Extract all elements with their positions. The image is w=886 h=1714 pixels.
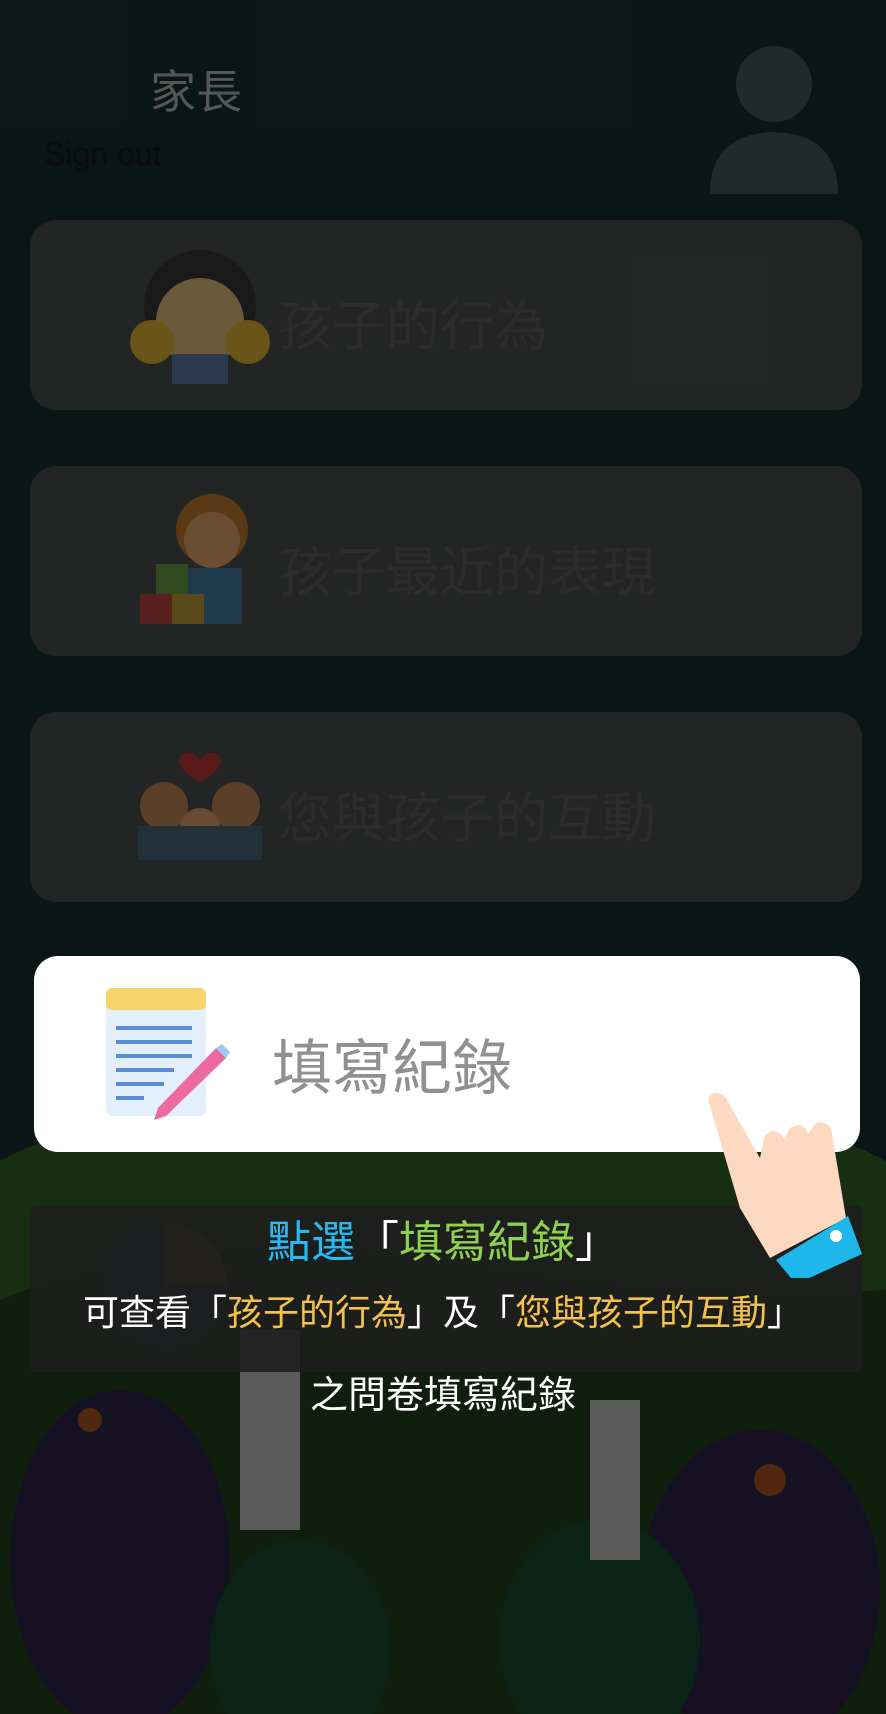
menu-label: 填寫紀錄 xyxy=(272,1034,512,1104)
menu-label: 您與孩子的互動 xyxy=(278,787,656,850)
hint-text: 之問卷填寫紀錄 xyxy=(309,1373,576,1417)
child-face-icon xyxy=(130,250,270,384)
menu-card-child-recent-performance[interactable]: 孩子最近的表現 xyxy=(30,466,862,656)
menu-label: 孩子的行為 xyxy=(278,295,548,358)
hint-item-behavior: 孩子的行為 xyxy=(226,1293,407,1334)
hint-text: 」 xyxy=(767,1293,804,1334)
hint-text: 」及「 xyxy=(406,1293,515,1334)
pointing-hand-icon xyxy=(708,1092,862,1278)
hint-line-2: 可查看「孩子的行為」及「您與孩子的互動」 xyxy=(0,1284,886,1336)
hint-highlight: 填寫紀錄 xyxy=(399,1217,575,1268)
hint-bracket-close: 」 xyxy=(575,1217,619,1268)
hint-line-3: 之問卷填寫紀錄 xyxy=(0,1364,886,1419)
hint-bracket-open: 「 xyxy=(355,1217,399,1268)
menu-card-child-behavior[interactable]: 孩子的行為 xyxy=(30,220,862,410)
menu-label: 孩子最近的表現 xyxy=(278,541,656,604)
user-avatar-icon[interactable] xyxy=(708,44,842,194)
family-icon xyxy=(138,752,262,860)
menu-card-interaction[interactable]: 您與孩子的互動 xyxy=(30,712,862,902)
sign-out-link[interactable]: Sign out xyxy=(44,136,161,173)
notepad-pencil-icon xyxy=(106,988,230,1120)
hint-prefix: 點選 xyxy=(267,1217,355,1268)
hint-item-interaction: 您與孩子的互動 xyxy=(515,1293,768,1334)
page-title: 家長 xyxy=(150,65,242,119)
hint-text: 可查看「 xyxy=(82,1293,227,1334)
boy-with-blocks-icon xyxy=(140,494,248,624)
